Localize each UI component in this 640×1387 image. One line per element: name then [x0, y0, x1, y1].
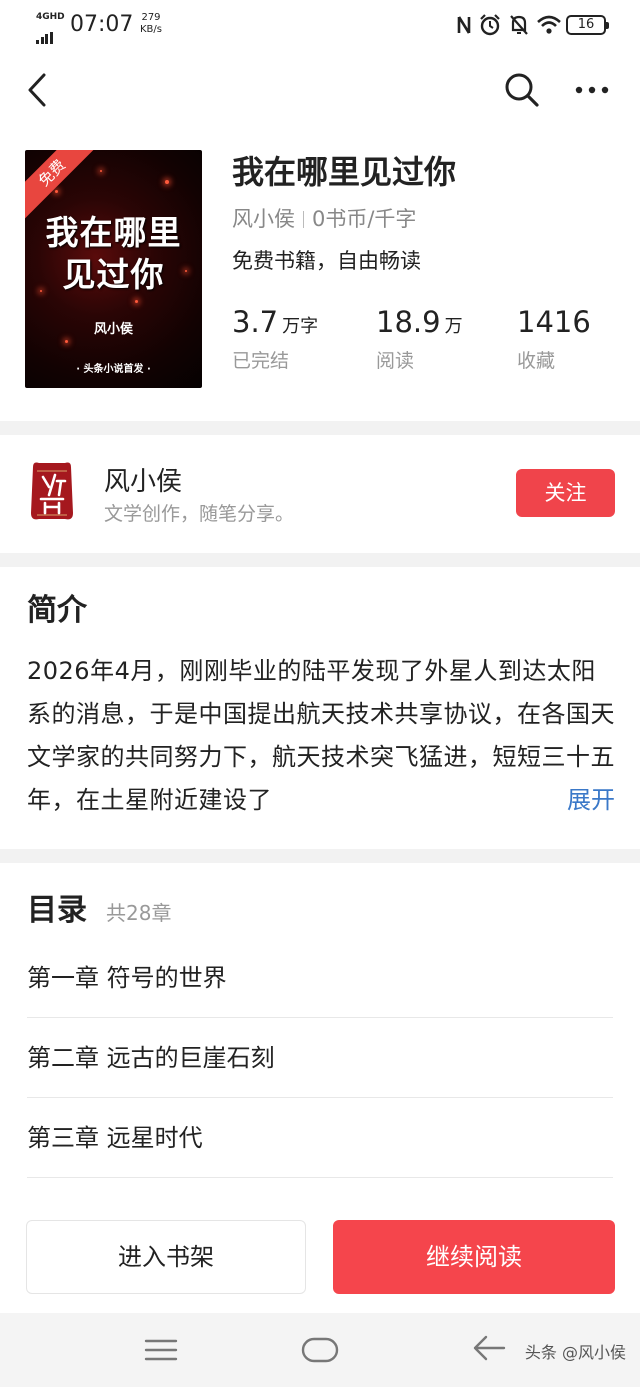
section-divider: [0, 553, 640, 567]
meta-divider: [303, 211, 304, 228]
chapter-item[interactable]: 第二章 远古的巨崖石刻: [27, 1018, 613, 1098]
stat-unit: 万字: [282, 316, 319, 337]
chapter-item[interactable]: 第三章 远星时代: [27, 1098, 613, 1178]
author-avatar[interactable]: [27, 459, 77, 523]
author-card[interactable]: 风小侯 文学创作，随笔分享。 关注: [0, 435, 640, 553]
stat-value: 18.9: [376, 305, 441, 339]
intro-text: 2026年4月，刚刚毕业的陆平发现了外星人到达太阳系的消息，于是中国提出航天技术…: [27, 657, 615, 814]
system-navigation-bar: 头条 @风小侯: [0, 1313, 640, 1387]
cellular-signal-icon: 4GHD: [36, 12, 65, 44]
back-button[interactable]: [16, 68, 60, 112]
network-type: 4GHD: [36, 12, 65, 22]
bottom-action-bar: 进入书架 继续阅读: [0, 1205, 640, 1313]
author-bio: 文学创作，随笔分享。: [104, 503, 295, 525]
battery-indicator: 16: [566, 15, 609, 35]
speed-value: 279: [141, 12, 161, 23]
stat-reads: 18.9 万 阅读: [376, 302, 463, 376]
menu-icon[interactable]: [144, 1338, 178, 1362]
toc-chapter-count[interactable]: 共28章: [106, 899, 171, 927]
intro-section: 简介 2026年4月，刚刚毕业的陆平发现了外星人到达太阳系的消息，于是中国提出航…: [0, 567, 640, 849]
book-free-note: 免费书籍，自由畅读: [232, 249, 421, 273]
nfc-icon: [457, 16, 471, 34]
cover-title: 我在哪里 见过你: [25, 212, 202, 296]
home-icon[interactable]: [301, 1336, 339, 1364]
more-horizontal-icon: [575, 86, 609, 94]
top-navigation: [0, 58, 640, 120]
expand-button[interactable]: 展开: [539, 779, 615, 822]
watermark: 头条 @风小侯: [524, 1343, 626, 1362]
cover-title-line1: 我在哪里: [45, 213, 182, 252]
toc-section: 目录 共28章 第一章 符号的世界 第二章 远古的巨崖石刻 第三章 远星时代: [0, 863, 640, 1213]
book-header: 免费 我在哪里 见过你 风小侯 · 头条小说首发 · 我在哪里见过你 风小侯 0书…: [0, 130, 640, 420]
back-arrow-icon[interactable]: [472, 1333, 506, 1363]
stat-label: 收藏: [517, 350, 556, 372]
author-name: 风小侯: [104, 467, 183, 497]
stat-label: 阅读: [376, 350, 415, 372]
search-icon: [505, 73, 539, 107]
more-button[interactable]: [570, 68, 614, 112]
continue-reading-button[interactable]: 继续阅读: [333, 1220, 615, 1294]
status-time: 07:07: [70, 12, 134, 37]
book-cover[interactable]: 免费 我在哪里 见过你 风小侯 · 头条小说首发 ·: [25, 150, 202, 388]
chapter-item[interactable]: 第一章 符号的世界: [27, 938, 613, 1018]
network-speed: 279 KB/s: [138, 12, 164, 36]
search-button[interactable]: [500, 68, 544, 112]
stat-label: 已完结: [232, 350, 290, 372]
mute-bell-icon: [510, 15, 528, 35]
cover-tag: · 头条小说首发 ·: [76, 364, 151, 375]
free-ribbon: 免费: [25, 150, 101, 222]
chevron-left-icon: [28, 73, 46, 107]
cover-author: 风小侯: [93, 322, 133, 337]
enter-bookshelf-button[interactable]: 进入书架: [26, 1220, 306, 1294]
book-meta: 风小侯 0书币/千字: [232, 204, 416, 234]
stat-value: 3.7: [232, 305, 279, 339]
cover-title-line2: 见过你: [62, 255, 165, 294]
follow-button[interactable]: 关注: [516, 469, 615, 517]
wifi-icon: [537, 15, 561, 34]
speed-unit: KB/s: [140, 24, 162, 35]
book-title: 我在哪里见过你: [232, 153, 457, 191]
toc-title: 目录: [27, 893, 87, 928]
book-author-link[interactable]: 风小侯: [232, 207, 295, 231]
stat-favorites: 1416 收藏: [517, 302, 595, 376]
alarm-icon: [480, 14, 500, 36]
section-divider: [0, 849, 640, 863]
section-divider: [0, 421, 640, 435]
book-price: 0书币/千字: [312, 207, 417, 231]
stat-value: 1416: [517, 305, 591, 339]
stat-word-count: 3.7 万字 已完结: [232, 302, 318, 376]
status-bar: 4GHD 07:07 279 KB/s 16: [0, 0, 640, 50]
intro-title: 简介: [27, 593, 87, 628]
stat-unit: 万: [444, 316, 463, 337]
